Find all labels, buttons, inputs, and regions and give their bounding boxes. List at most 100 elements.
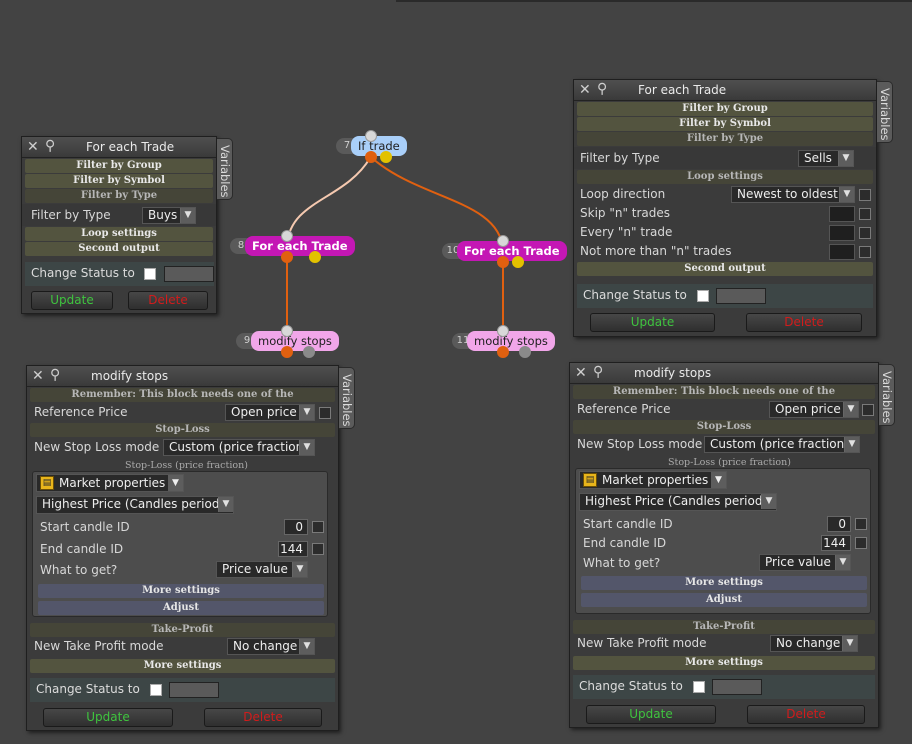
every-trade-input[interactable] bbox=[829, 225, 855, 241]
second-output-section[interactable]: Second output bbox=[25, 242, 213, 256]
start-candle-checkbox[interactable] bbox=[312, 521, 324, 533]
loop-direction-checkbox[interactable] bbox=[859, 189, 871, 201]
more-settings-bar[interactable]: More settings bbox=[38, 584, 324, 598]
change-status-checkbox[interactable] bbox=[693, 681, 705, 693]
variables-tab[interactable]: Variables bbox=[879, 364, 895, 426]
output-port-icon[interactable] bbox=[497, 346, 509, 358]
more-settings-section[interactable]: More settings bbox=[573, 656, 875, 670]
variables-tab[interactable]: Variables bbox=[217, 138, 233, 200]
stop-loss-section[interactable]: Stop-Loss bbox=[30, 423, 335, 437]
delete-button[interactable]: Delete bbox=[204, 708, 322, 727]
adjust-bar[interactable]: Adjust bbox=[38, 601, 324, 615]
change-status-checkbox[interactable] bbox=[150, 684, 162, 696]
status-color-swatch[interactable] bbox=[716, 288, 766, 304]
output-port-icon[interactable] bbox=[380, 151, 392, 163]
output-port-icon[interactable] bbox=[303, 346, 315, 358]
start-candle-checkbox[interactable] bbox=[855, 518, 867, 530]
variables-tab[interactable]: Variables bbox=[339, 367, 355, 429]
what-to-get-dropdown[interactable]: Price value ▼ bbox=[759, 554, 851, 571]
output-port-icon[interactable] bbox=[519, 346, 531, 358]
market-properties-dropdown[interactable]: ▤ Market properties ▼ bbox=[36, 474, 184, 492]
update-button[interactable]: Update bbox=[590, 313, 715, 332]
delete-button[interactable]: Delete bbox=[746, 313, 862, 332]
output-port-icon[interactable] bbox=[365, 151, 377, 163]
second-output-section[interactable]: Second output bbox=[577, 262, 873, 276]
chevron-down-icon: ▼ bbox=[292, 562, 307, 577]
status-color-swatch[interactable] bbox=[712, 679, 762, 695]
skip-trades-checkbox[interactable] bbox=[859, 208, 871, 220]
tp-mode-dropdown[interactable]: No change ▼ bbox=[770, 635, 858, 652]
panel-header[interactable]: ✕ ⚲ For each Trade bbox=[574, 80, 876, 101]
output-port-icon[interactable] bbox=[281, 251, 293, 263]
panel-header[interactable]: ✕ ⚲ modify stops bbox=[27, 366, 338, 387]
pin-icon[interactable]: ⚲ bbox=[50, 367, 60, 383]
change-status-checkbox[interactable] bbox=[697, 290, 709, 302]
input-port-icon[interactable] bbox=[497, 235, 509, 247]
input-port-icon[interactable] bbox=[281, 230, 293, 242]
output-port-icon[interactable] bbox=[309, 251, 321, 263]
end-candle-checkbox[interactable] bbox=[312, 543, 324, 555]
more-settings-bar[interactable]: More settings bbox=[581, 576, 867, 590]
filter-by-symbol-section[interactable]: Filter by Symbol bbox=[577, 117, 873, 131]
take-profit-section[interactable]: Take-Profit bbox=[573, 620, 875, 634]
market-properties-dropdown[interactable]: ▤ Market properties ▼ bbox=[579, 471, 727, 489]
status-color-swatch[interactable] bbox=[169, 682, 219, 698]
reference-price-checkbox[interactable] bbox=[319, 407, 331, 419]
start-candle-input[interactable]: 0 bbox=[827, 516, 851, 532]
loop-settings-section[interactable]: Loop settings bbox=[577, 170, 873, 184]
status-color-swatch[interactable] bbox=[164, 266, 214, 282]
reference-price-dropdown[interactable]: Open price ▼ bbox=[225, 404, 315, 421]
end-candle-checkbox[interactable] bbox=[855, 537, 867, 549]
output-port-icon[interactable] bbox=[281, 346, 293, 358]
panel-header[interactable]: ✕ ⚲ modify stops bbox=[570, 363, 878, 384]
filter-type-dropdown[interactable]: Sells ▼ bbox=[798, 150, 854, 167]
skip-trades-input[interactable] bbox=[829, 206, 855, 222]
start-candle-input[interactable]: 0 bbox=[284, 519, 308, 535]
pin-icon[interactable]: ⚲ bbox=[45, 138, 55, 154]
highest-price-dropdown[interactable]: Highest Price (Candles period) ▼ bbox=[36, 496, 234, 514]
pin-icon[interactable]: ⚲ bbox=[597, 81, 607, 97]
filter-type-dropdown[interactable]: Buys ▼ bbox=[142, 207, 196, 224]
close-icon[interactable]: ✕ bbox=[579, 82, 591, 98]
reference-price-dropdown[interactable]: Open price ▼ bbox=[769, 401, 859, 418]
update-button[interactable]: Update bbox=[43, 708, 173, 727]
every-trade-checkbox[interactable] bbox=[859, 227, 871, 239]
filter-by-symbol-section[interactable]: Filter by Symbol bbox=[25, 174, 213, 188]
variables-tab[interactable]: Variables bbox=[877, 81, 893, 143]
sl-mode-dropdown[interactable]: Custom (price fraction) ▼ bbox=[163, 439, 315, 456]
delete-button[interactable]: Delete bbox=[128, 291, 208, 310]
not-more-than-checkbox[interactable] bbox=[859, 246, 871, 258]
input-port-icon[interactable] bbox=[365, 130, 377, 142]
change-status-checkbox[interactable] bbox=[144, 268, 156, 280]
close-icon[interactable]: ✕ bbox=[575, 365, 587, 381]
panel-header[interactable]: ✕ ⚲ For each Trade bbox=[22, 137, 216, 158]
sl-mode-dropdown[interactable]: Custom (price fraction) ▼ bbox=[704, 436, 860, 453]
output-port-icon[interactable] bbox=[497, 256, 509, 268]
close-icon[interactable]: ✕ bbox=[32, 368, 44, 384]
loop-settings-section[interactable]: Loop settings bbox=[25, 227, 213, 241]
tp-mode-dropdown[interactable]: No change ▼ bbox=[227, 638, 315, 655]
not-more-than-input[interactable] bbox=[829, 244, 855, 260]
close-icon[interactable]: ✕ bbox=[27, 139, 39, 155]
input-port-icon[interactable] bbox=[281, 325, 293, 337]
update-button[interactable]: Update bbox=[586, 705, 716, 724]
output-port-icon[interactable] bbox=[512, 256, 524, 268]
take-profit-section[interactable]: Take-Profit bbox=[30, 623, 335, 637]
filter-by-group-section[interactable]: Filter by Group bbox=[25, 159, 213, 173]
more-settings-section[interactable]: More settings bbox=[30, 659, 335, 673]
filter-by-type-section[interactable]: Filter by Type bbox=[25, 189, 213, 203]
adjust-bar[interactable]: Adjust bbox=[581, 593, 867, 607]
stop-loss-section[interactable]: Stop-Loss bbox=[573, 420, 875, 434]
filter-by-group-section[interactable]: Filter by Group bbox=[577, 102, 873, 116]
end-candle-input[interactable]: 144 bbox=[821, 535, 851, 551]
end-candle-input[interactable]: 144 bbox=[278, 541, 308, 557]
update-button[interactable]: Update bbox=[31, 291, 113, 310]
what-to-get-dropdown[interactable]: Price value ▼ bbox=[216, 561, 308, 578]
highest-price-dropdown[interactable]: Highest Price (Candles period) ▼ bbox=[579, 493, 777, 511]
delete-button[interactable]: Delete bbox=[747, 705, 865, 724]
pin-icon[interactable]: ⚲ bbox=[593, 364, 603, 380]
loop-direction-dropdown[interactable]: Newest to oldest ▼ bbox=[731, 186, 855, 203]
input-port-icon[interactable] bbox=[497, 325, 509, 337]
filter-by-type-section[interactable]: Filter by Type bbox=[577, 132, 873, 146]
reference-price-checkbox[interactable] bbox=[862, 404, 874, 416]
